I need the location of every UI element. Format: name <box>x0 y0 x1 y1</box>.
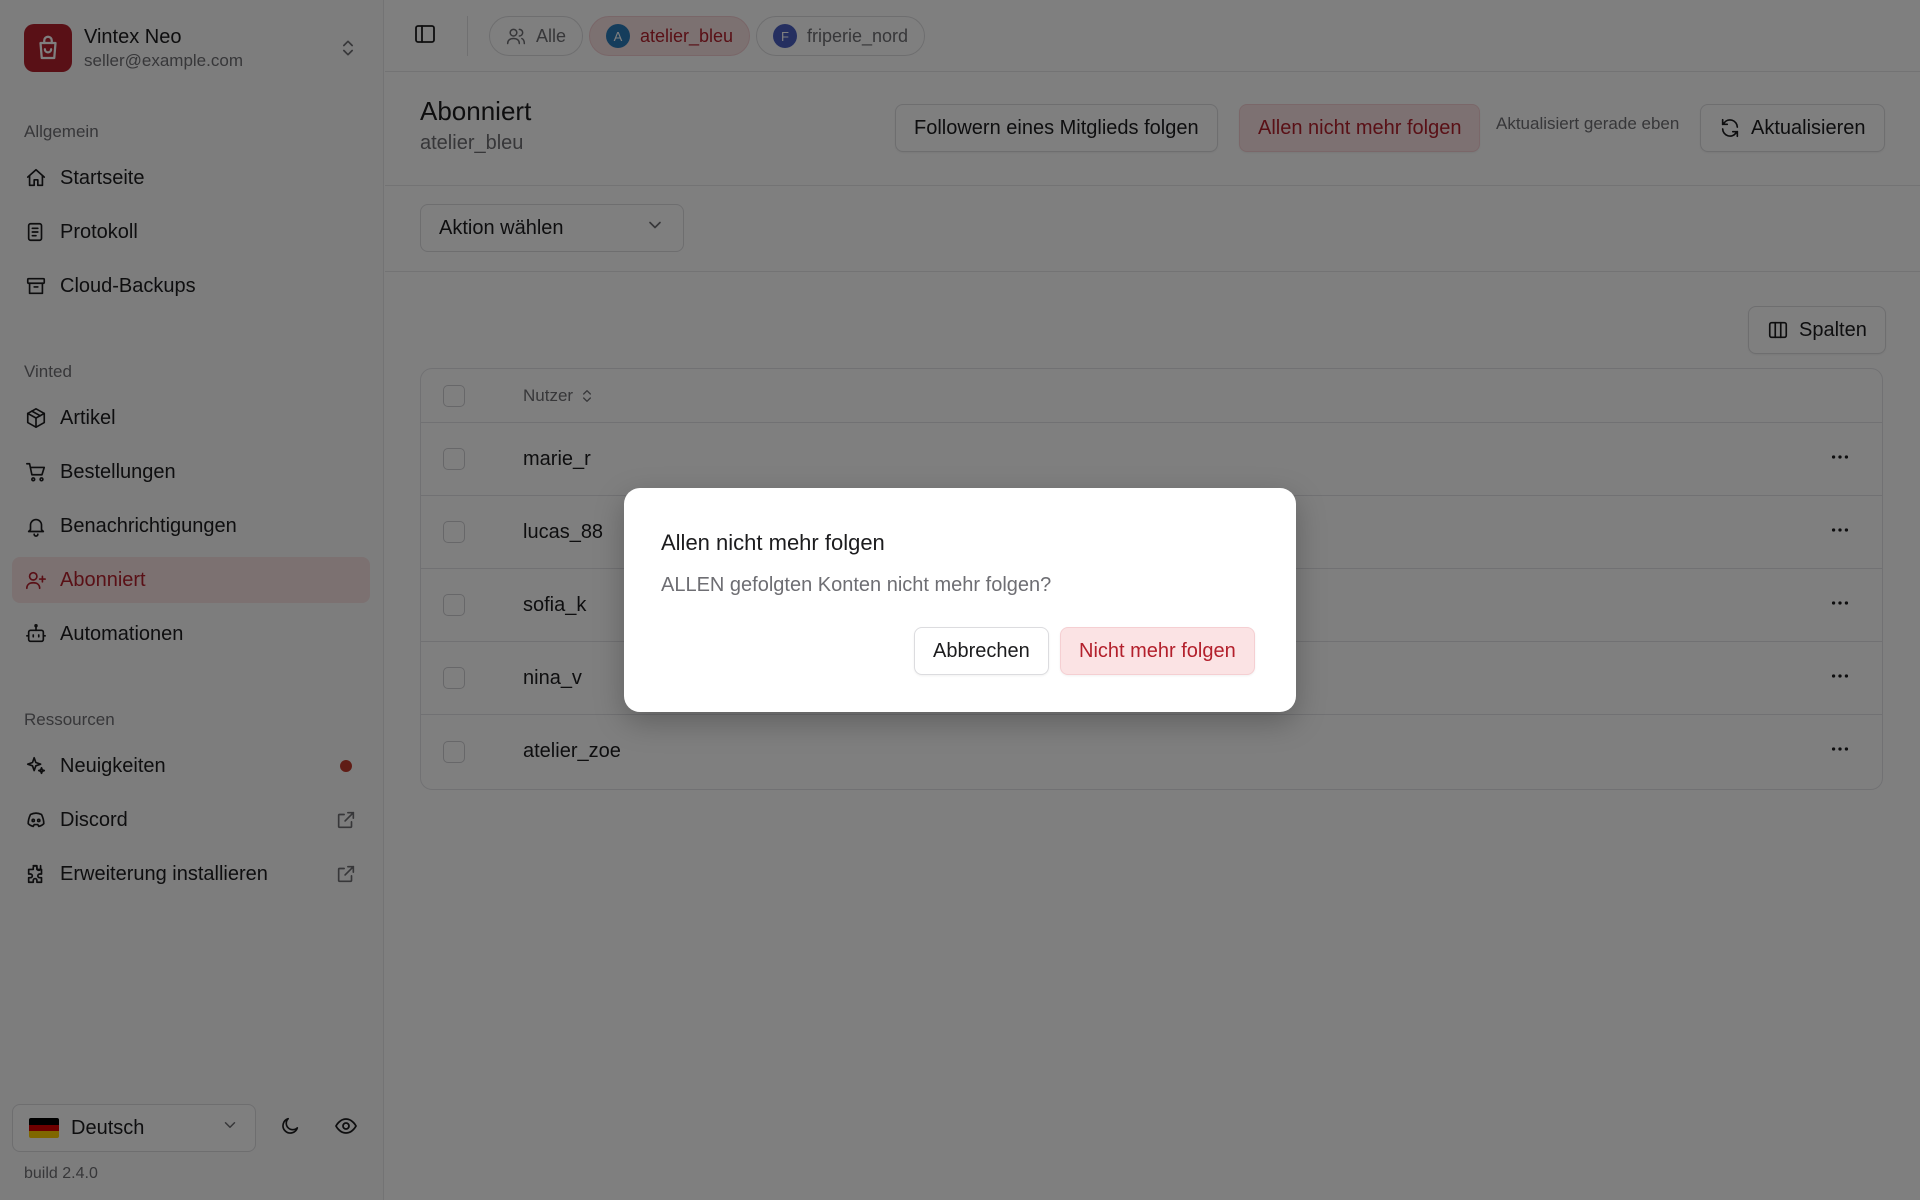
dialog-description: ALLEN gefolgten Konten nicht mehr folgen… <box>661 574 1052 596</box>
dialog-title: Allen nicht mehr folgen <box>661 530 885 555</box>
unfollow-all-dialog: Allen nicht mehr folgen ALLEN gefolgten … <box>624 488 1296 712</box>
confirm-unfollow-button[interactable]: Nicht mehr folgen <box>1060 627 1255 675</box>
cancel-button[interactable]: Abbrechen <box>914 627 1049 675</box>
